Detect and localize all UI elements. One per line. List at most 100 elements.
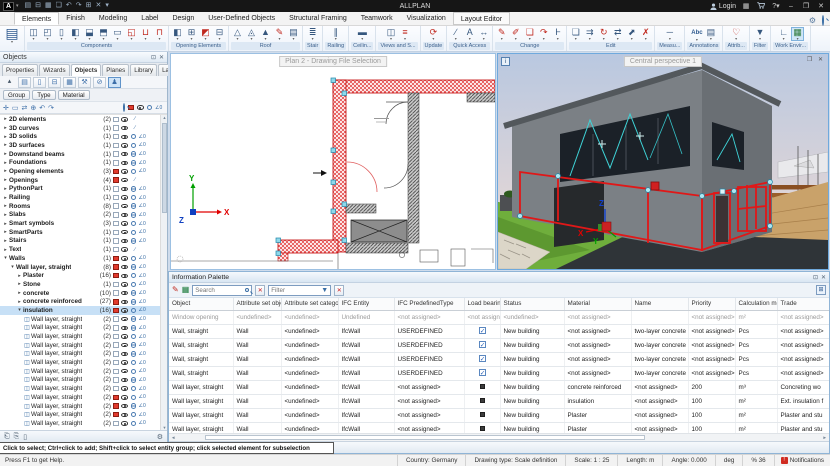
selection-checkbox-icon[interactable] — [113, 212, 119, 218]
globe-icon[interactable] — [131, 369, 137, 375]
visibility-eye-icon[interactable] — [121, 334, 128, 338]
menu-tab-elements[interactable]: Elements — [14, 12, 59, 25]
selection-checkbox-icon[interactable] — [113, 125, 119, 131]
visibility-eye-icon[interactable] — [121, 230, 128, 234]
tree-row-stairs-14[interactable]: ▸Stairs(1)∠0 — [0, 237, 167, 246]
redo-view-icon[interactable]: ↷ — [48, 104, 54, 112]
selection-checkbox-icon[interactable] — [113, 421, 119, 427]
strip-foundation-icon[interactable]: ⬓▾ — [83, 28, 96, 40]
visibility-column-icon[interactable] — [137, 105, 144, 109]
expander-icon[interactable]: ▸ — [2, 203, 9, 209]
save-icon[interactable]: ▦ — [45, 2, 52, 9]
column-header-attribute-set-category[interactable]: Attribute set category — [281, 298, 338, 310]
rotate-icon[interactable]: ↻▾ — [597, 28, 610, 40]
column-header-priority[interactable]: Priority — [688, 298, 735, 310]
globe-icon[interactable] — [131, 377, 137, 383]
column-header-ifc-predefinedtype[interactable]: IFC PredefinedType — [394, 298, 464, 310]
palette-tab-properties[interactable]: Properties — [2, 64, 38, 76]
window-icon[interactable]: ⊞▾ — [185, 28, 198, 40]
expander-icon[interactable]: ▸ — [2, 195, 9, 201]
visibility-eye-icon[interactable] — [121, 265, 128, 269]
tree-row-wall-layer-straight-30[interactable]: ◫Wall layer, straight(2)∠0 — [0, 376, 167, 385]
globe-icon[interactable] — [131, 386, 137, 392]
column-header-ifc-entity[interactable]: IFC Entity — [338, 298, 394, 310]
tree-row-rooms-10[interactable]: ▸Rooms(8)∠0 — [0, 202, 167, 211]
frame-icon[interactable]: ▭ — [12, 104, 19, 112]
visibility-eye-icon[interactable] — [121, 221, 128, 225]
expander-icon[interactable]: ▾ — [2, 255, 9, 261]
selection-checkbox-icon[interactable] — [113, 134, 119, 140]
filter-input[interactable] — [271, 287, 319, 294]
workspace-icon[interactable]: ▦▾ — [791, 27, 804, 41]
load-bearing-partial-icon[interactable] — [480, 426, 485, 431]
tree-row-wall-layer-straight-25[interactable]: ◫Wall layer, straight(2)∠0 — [0, 332, 167, 341]
components-gallery-icon[interactable]: ▤▾ — [2, 26, 22, 43]
globe-icon[interactable] — [131, 264, 137, 270]
visibility-eye-icon[interactable] — [121, 143, 128, 147]
wall-profile-icon[interactable]: ◰▾ — [41, 28, 54, 40]
sort-drawing-icon[interactable]: ▯ — [33, 77, 46, 88]
selection-checkbox-icon[interactable] — [113, 117, 119, 123]
visibility-eye-icon[interactable] — [121, 352, 128, 356]
tree-row-smartparts-13[interactable]: ▸SmartParts(1)∠0 — [0, 228, 167, 237]
visibility-eye-icon[interactable] — [121, 239, 128, 243]
palette-options-icon[interactable]: ⊞ — [816, 285, 826, 295]
globe-icon[interactable] — [131, 134, 137, 140]
search-input[interactable] — [195, 287, 243, 294]
visibility-eye-icon[interactable] — [121, 300, 128, 304]
visibility-eye-icon[interactable] — [121, 169, 128, 173]
modify-point-icon[interactable]: ✐▾ — [509, 28, 522, 40]
copy-edit-icon[interactable]: ❏▾ — [523, 28, 536, 40]
tree-row-3d-solids-2[interactable]: ▸3D solids(1)∠0 — [0, 132, 167, 141]
selection-checkbox-icon[interactable] — [113, 299, 119, 305]
upstand-icon[interactable]: ⬒▾ — [97, 28, 110, 40]
globe-icon[interactable] — [131, 325, 137, 331]
roof-covering-icon[interactable]: ▲▾ — [259, 28, 272, 40]
selection-checkbox-icon[interactable] — [113, 351, 119, 357]
expander-icon[interactable]: ▸ — [2, 221, 9, 227]
cart-icon[interactable] — [756, 2, 766, 11]
expander-icon[interactable]: ▸ — [2, 160, 9, 166]
measure-icon[interactable]: ─▾ — [663, 28, 676, 40]
sort-material-icon[interactable]: ▦ — [63, 77, 76, 88]
selection-checkbox-icon[interactable] — [113, 360, 119, 366]
tree-row-wall-layer-straight-28[interactable]: ◫Wall layer, straight(2)∠0 — [0, 358, 167, 367]
expander-icon[interactable]: ▸ — [2, 177, 9, 183]
visibility-eye-icon[interactable] — [121, 274, 128, 278]
menu-tab-visualization[interactable]: Visualization — [400, 12, 453, 25]
selection-checkbox-icon[interactable] — [113, 308, 119, 314]
dimension-icon[interactable]: ↔▾ — [477, 28, 490, 40]
selection-checkbox-icon[interactable] — [113, 334, 119, 340]
expander-icon[interactable]: ▸ — [2, 168, 9, 174]
palette-tab-objects[interactable]: Objects — [71, 64, 102, 76]
visibility-eye-icon[interactable] — [121, 386, 128, 390]
globe-icon[interactable] — [131, 212, 137, 218]
globe-icon[interactable] — [131, 186, 137, 192]
sort-trade-icon[interactable]: ⚒ — [78, 77, 91, 88]
globe-icon[interactable] — [131, 238, 137, 244]
visibility-eye-icon[interactable] — [121, 178, 128, 182]
abc-label-icon[interactable]: Abc▾ — [690, 27, 703, 41]
visibility-eye-icon[interactable] — [121, 378, 128, 382]
text-icon[interactable]: A▾ — [463, 28, 476, 40]
sort-attribute-icon[interactable]: ⊘ — [93, 77, 106, 88]
mirror-icon[interactable]: ⇄▾ — [611, 28, 624, 40]
tree-row-concrete-reinforced-21[interactable]: ▸concrete reinforced(27)∠0 — [0, 297, 167, 306]
globe-icon[interactable] — [131, 256, 137, 262]
line-icon[interactable]: ∕▾ — [449, 28, 462, 40]
globe-icon[interactable] — [131, 342, 137, 348]
load-bearing-partial-icon[interactable] — [480, 412, 485, 417]
allplan-logo-icon[interactable]: A — [3, 2, 14, 11]
tree-row-2d-elements-0[interactable]: ▸2D elements(2)∕ — [0, 115, 167, 124]
globe-icon[interactable] — [131, 221, 137, 227]
table-row[interactable]: Wall layer, straightWall<undefined>IfcWa… — [169, 380, 829, 394]
expander-icon[interactable]: ▸ — [16, 290, 23, 296]
column-header-load-bearing[interactable]: Load bearing — [464, 298, 500, 310]
menu-tab-teamwork[interactable]: Teamwork — [354, 12, 400, 25]
globe-icon[interactable] — [131, 308, 137, 314]
menu-tab-structural-framing[interactable]: Structural Framing — [282, 12, 354, 25]
selection-checkbox-icon[interactable] — [113, 273, 119, 279]
update-3d-icon[interactable]: ⟳▾ — [427, 28, 440, 40]
globe-icon[interactable] — [131, 151, 137, 157]
visibility-eye-icon[interactable] — [121, 369, 128, 373]
